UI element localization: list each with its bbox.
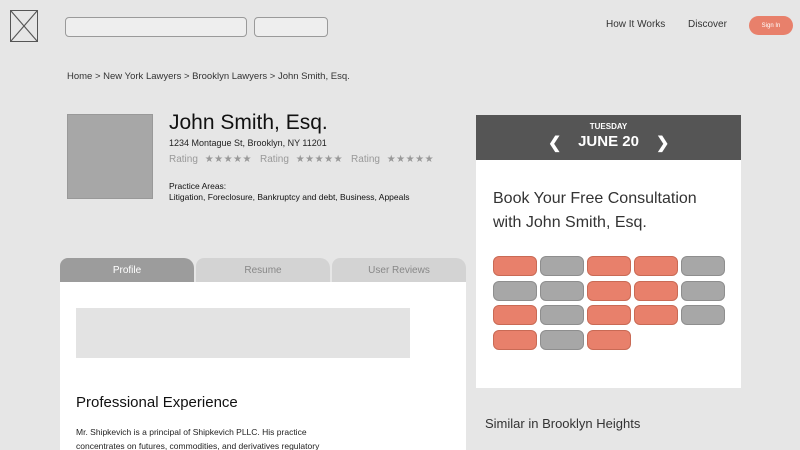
practice-areas-list: Litigation, Foreclosure, Bankruptcy and … — [169, 192, 410, 202]
profile-tabs: Profile Resume User Reviews — [60, 258, 466, 282]
rating-group: Rating ★★★★★ — [351, 154, 434, 165]
tab-user-reviews[interactable]: User Reviews — [332, 258, 466, 282]
time-slot-available[interactable] — [634, 256, 678, 276]
time-slot-available[interactable] — [587, 305, 631, 325]
rating-label: Rating — [351, 154, 380, 165]
logo-placeholder-icon[interactable] — [10, 10, 38, 42]
nav-discover[interactable]: Discover — [688, 19, 727, 30]
date-label: JUNE 20 — [578, 133, 639, 150]
tab-profile[interactable]: Profile — [60, 258, 194, 282]
tab-resume[interactable]: Resume — [196, 258, 330, 282]
ratings-row: Rating ★★★★★ Rating ★★★★★ Rating ★★★★★ — [169, 154, 434, 165]
breadcrumb[interactable]: Home > New York Lawyers > Brooklyn Lawye… — [67, 71, 350, 82]
search-button[interactable] — [254, 17, 328, 37]
lawyer-address: 1234 Montague St, Brooklyn, NY 11201 — [169, 138, 327, 148]
time-slot-unavailable — [493, 280, 537, 301]
chevron-right-icon[interactable]: ❯ — [656, 133, 669, 153]
day-label: TUESDAY — [589, 122, 628, 131]
profile-content-panel: Professional Experience Mr. Shipkevich i… — [60, 282, 466, 450]
date-picker-header: TUESDAY JUNE 20 ❮ ❯ — [476, 115, 741, 160]
nav-how-it-works[interactable]: How It Works — [606, 19, 665, 30]
time-slot-unavailable — [681, 280, 725, 301]
time-slot-available[interactable] — [493, 256, 537, 276]
practice-areas-title: Practice Areas: — [169, 181, 227, 191]
content-placeholder — [76, 308, 410, 358]
booking-widget: TUESDAY JUNE 20 ❮ ❯ Book Your Free Consu… — [476, 115, 741, 388]
rating-label: Rating — [169, 154, 198, 165]
time-slot-available[interactable] — [587, 329, 631, 350]
rating-label: Rating — [260, 154, 289, 165]
star-rating-icon: ★★★★★ — [295, 154, 344, 165]
star-rating-icon: ★★★★★ — [204, 154, 253, 165]
similar-lawyers-heading: Similar in Brooklyn Heights — [485, 416, 641, 431]
lawyer-name: John Smith, Esq. — [169, 111, 328, 134]
sign-in-button[interactable]: Sign In — [749, 16, 793, 35]
chevron-left-icon[interactable]: ❮ — [548, 133, 561, 153]
rating-group: Rating ★★★★★ — [260, 154, 343, 165]
time-slot-unavailable — [681, 256, 725, 276]
time-slot-unavailable — [540, 329, 584, 350]
bio-text: Mr. Shipkevich is a principal of Shipkev… — [76, 427, 320, 450]
time-slot-unavailable — [540, 280, 584, 301]
time-slot-available[interactable] — [587, 256, 631, 276]
time-slot-unavailable — [540, 256, 584, 276]
lawyer-photo-placeholder — [67, 114, 153, 199]
time-slot-unavailable — [681, 305, 725, 325]
booking-title: Book Your Free Consultation with John Sm… — [493, 190, 697, 231]
professional-experience-heading: Professional Experience — [76, 394, 238, 411]
time-slot-available[interactable] — [587, 280, 631, 301]
rating-group: Rating ★★★★★ — [169, 154, 252, 165]
time-slot-unavailable — [540, 305, 584, 325]
star-rating-icon: ★★★★★ — [386, 154, 435, 165]
time-slot-available[interactable] — [634, 280, 678, 301]
time-slot-available[interactable] — [634, 305, 678, 325]
search-input[interactable] — [65, 17, 247, 37]
time-slot-available[interactable] — [493, 305, 537, 325]
time-slot-available[interactable] — [493, 329, 537, 350]
